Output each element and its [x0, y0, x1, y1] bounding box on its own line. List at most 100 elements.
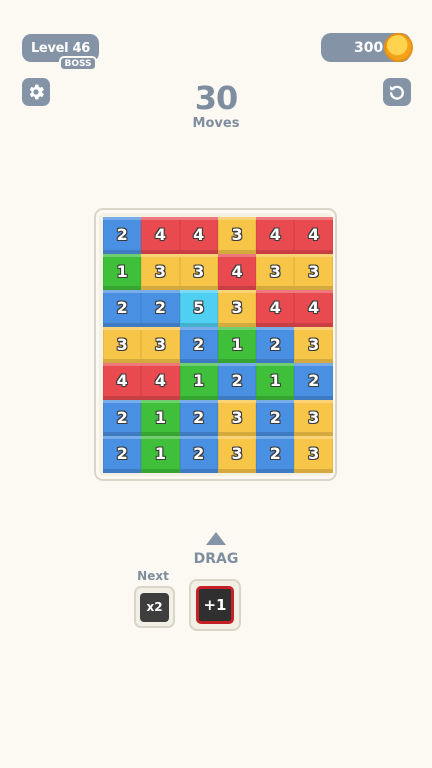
- tile-value: 2: [116, 225, 128, 245]
- coin-count: 300: [354, 39, 384, 56]
- board-tile[interactable]: 4: [103, 363, 142, 400]
- tile-value: 3: [231, 407, 243, 427]
- tile-value: 2: [269, 444, 281, 464]
- next-tile-value: x2: [140, 592, 169, 622]
- tile-value: 4: [193, 225, 205, 245]
- tile-value: 3: [308, 444, 320, 464]
- board-tile[interactable]: 2: [103, 217, 142, 254]
- tile-value: 3: [154, 261, 167, 281]
- tile-value: 3: [154, 334, 167, 354]
- tile-value: 3: [231, 298, 243, 318]
- board-tile[interactable]: 3: [294, 436, 333, 473]
- board-tile[interactable]: 3: [294, 253, 333, 290]
- tile-value: 2: [269, 334, 281, 354]
- board-tile[interactable]: 1: [141, 436, 180, 473]
- board-tile[interactable]: 4: [217, 253, 257, 290]
- next-tile: x2: [134, 586, 175, 628]
- tile-value: 4: [154, 225, 167, 245]
- board-tile[interactable]: 3: [141, 253, 180, 290]
- board-tile[interactable]: 3: [294, 399, 333, 436]
- tile-value: 2: [269, 407, 281, 427]
- tile-value: 1: [154, 407, 167, 427]
- board-tile[interactable]: 3: [217, 290, 257, 327]
- board-tile[interactable]: 4: [141, 363, 180, 400]
- tile-value: 4: [308, 298, 320, 318]
- tile-value: 2: [193, 407, 205, 427]
- board-tile[interactable]: 2: [256, 399, 295, 436]
- game-board: 2 4 4 3 4 4 1 3 3 4 3 3 2 2 5 3 4 4 3 3 2 1 2 3 4 4 1 2 1 2 2 1 2 3 2 3 2 1 2 3…: [94, 208, 337, 481]
- coin-icon: [384, 33, 413, 62]
- board-tile[interactable]: 4: [141, 217, 180, 254]
- tile-value: 3: [308, 334, 320, 354]
- current-tile[interactable]: +1: [189, 579, 241, 631]
- tile-value: 2: [193, 444, 205, 464]
- board-tile[interactable]: 2: [103, 290, 142, 327]
- tile-value: 3: [116, 334, 128, 354]
- tile-value: 2: [231, 371, 243, 391]
- next-label: Next: [137, 569, 169, 583]
- board-tile[interactable]: 4: [256, 290, 295, 327]
- tile-value: 1: [116, 261, 128, 281]
- current-tile-value: +1: [196, 586, 234, 624]
- tile-value: 2: [116, 298, 128, 318]
- board-tile[interactable]: 1: [217, 326, 257, 363]
- moves-count: 30: [194, 79, 239, 117]
- board-tile[interactable]: 3: [217, 436, 257, 473]
- board-tile[interactable]: 3: [294, 326, 333, 363]
- board-tile[interactable]: 1: [103, 253, 142, 290]
- board-tile[interactable]: 1: [179, 363, 218, 400]
- board-tile[interactable]: 3: [256, 253, 295, 290]
- tile-value: 1: [269, 371, 281, 391]
- tile-value: 2: [154, 298, 167, 318]
- tile-value: 4: [116, 371, 128, 391]
- board-tile[interactable]: 2: [256, 326, 295, 363]
- board-tile[interactable]: 3: [141, 326, 180, 363]
- board-tile[interactable]: 2: [179, 399, 218, 436]
- board-tile[interactable]: 4: [294, 217, 333, 254]
- tile-value: 2: [116, 407, 128, 427]
- tile-value: 3: [308, 261, 320, 281]
- tile-value: 4: [231, 261, 243, 281]
- tile-value: 1: [154, 444, 167, 464]
- arrow-up-icon: [206, 532, 226, 545]
- board-tile[interactable]: 1: [256, 363, 295, 400]
- drag-label: DRAG: [193, 551, 239, 567]
- board-tile[interactable]: 2: [179, 436, 218, 473]
- board-tile[interactable]: 2: [103, 399, 142, 436]
- tile-grid: 2 4 4 3 4 4 1 3 3 4 3 3 2 2 5 3 4 4 3 3 2 1 2 3 4 4 1 2 1 2 2 1 2 3 2 3 2 1 2 3…: [103, 217, 333, 473]
- board-tile[interactable]: 2: [217, 363, 257, 400]
- tile-value: 4: [154, 371, 167, 391]
- board-tile[interactable]: 3: [179, 253, 218, 290]
- tile-value: 4: [269, 298, 281, 318]
- board-tile[interactable]: 3: [217, 399, 257, 436]
- board-tile[interactable]: 2: [141, 290, 180, 327]
- tile-value: 3: [269, 261, 281, 281]
- tile-value: 1: [231, 334, 243, 354]
- tile-value: 2: [193, 334, 205, 354]
- tile-value: 3: [308, 407, 320, 427]
- tile-value: 4: [308, 225, 320, 245]
- board-tile[interactable]: 3: [103, 326, 142, 363]
- board-tile[interactable]: 2: [179, 326, 218, 363]
- board-tile[interactable]: 2: [256, 436, 295, 473]
- moves-label: Moves: [192, 116, 240, 131]
- board-tile[interactable]: 2: [103, 436, 142, 473]
- board-tile[interactable]: 2: [294, 363, 333, 400]
- board-tile[interactable]: 4: [179, 217, 218, 254]
- tile-value: 1: [193, 371, 205, 391]
- board-tile[interactable]: 3: [217, 217, 257, 254]
- boss-label: BOSS: [64, 58, 92, 69]
- level-label: Level 46: [30, 40, 91, 56]
- tile-value: 2: [116, 444, 128, 464]
- tile-value: 3: [193, 261, 205, 281]
- tile-value: 3: [231, 225, 243, 245]
- tile-value: 3: [231, 444, 243, 464]
- boss-badge: BOSS: [59, 56, 97, 71]
- board-tile[interactable]: 5: [179, 290, 218, 327]
- board-tile[interactable]: 4: [256, 217, 295, 254]
- board-tile[interactable]: 4: [294, 290, 333, 327]
- tile-value: 2: [308, 371, 320, 391]
- board-tile[interactable]: 1: [141, 399, 180, 436]
- tile-value: 4: [269, 225, 281, 245]
- tile-value: 5: [193, 298, 205, 318]
